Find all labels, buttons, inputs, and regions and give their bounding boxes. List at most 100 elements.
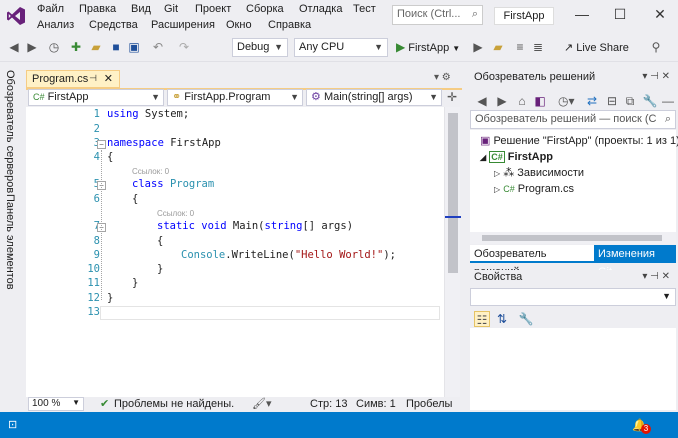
panel-controls-icon[interactable]: ▾ ⊣ ✕ [642, 271, 670, 282]
zoom-select[interactable]: 100 % ▼ [28, 397, 84, 411]
solution-explorer-header: Обозреватель решений ▾ ⊣ ✕ [470, 70, 676, 87]
ready-icon: ⊡ [8, 419, 18, 431]
save-all-icon[interactable]: ▣ [126, 39, 142, 55]
brush-icon[interactable]: 🖌▾ [252, 397, 272, 410]
whitespace-indicator[interactable]: Пробелы [406, 398, 452, 410]
code-line-12: } [107, 292, 114, 304]
code-line-9: Console.WriteLine("Hello World!"); [181, 249, 396, 261]
split-editor-icon[interactable]: ✛ [447, 90, 457, 104]
menu-git[interactable]: Git [164, 3, 178, 15]
solution-horizontal-scrollbar[interactable] [470, 232, 676, 244]
tree-item-program-cs[interactable]: ▷ C# Program.cs [494, 181, 574, 197]
home-icon[interactable]: ⌂ [514, 93, 530, 109]
standard-toolbar: ◀ ▶ ◷ ✚ ▰ ■ ▣ ↶ ↷ Debug ▼ Any CPU ▼ ▶ Fir… [0, 34, 678, 62]
code-editor[interactable]: 1 2 3 4 5 6 7 8 9 10 11 12 13 − − − usin… [26, 107, 444, 397]
tab-git-changes[interactable]: Изменения Git [594, 245, 676, 278]
code-line-8: { [157, 235, 164, 247]
menu-extensions[interactable]: Расширения [151, 19, 215, 31]
class-icon: ⚭ [172, 91, 182, 103]
solution-label: Решение "FirstApp" (проекты: 1 из 1) [493, 135, 678, 147]
uncomment-icon[interactable]: ≣ [530, 39, 546, 55]
project-navigation-select[interactable]: C# FirstApp ▼ [28, 89, 164, 106]
issues-status[interactable]: Проблемы не найдены. [114, 398, 234, 410]
start-debugging-button[interactable]: ▶ FirstApp ▼ [396, 38, 460, 57]
switch-views-icon[interactable]: ◧ [532, 93, 548, 109]
preview-icon[interactable]: — [660, 93, 676, 109]
minimize-icon[interactable]: — [572, 6, 592, 22]
tab-overflow-icon[interactable]: ▾ ⚙ [434, 72, 451, 83]
scrollbar-thumb[interactable] [448, 113, 458, 273]
tree-item-project[interactable]: ◢ C# FirstApp [480, 149, 553, 165]
alphabetical-icon[interactable]: ⇅ [494, 311, 510, 327]
menu-help[interactable]: Справка [268, 19, 311, 31]
sync-icon[interactable]: ⇄ [584, 93, 600, 109]
collapse-namespace-icon[interactable]: − [97, 140, 106, 149]
search-input[interactable]: Поиск (Ctrl... ⌕ [392, 5, 483, 25]
notification-count-badge: 3 [641, 424, 651, 434]
history-icon[interactable]: ◷ [46, 39, 62, 55]
undo-icon[interactable]: ↶ [150, 39, 166, 55]
live-share-label: Live Share [576, 42, 629, 54]
back-icon[interactable]: ◀ [474, 93, 490, 109]
chevron-down-icon: ▼ [290, 92, 299, 102]
menu-file[interactable]: Файл [37, 3, 64, 15]
tab-program-cs[interactable]: Program.cs ⊣ ✕ [26, 70, 120, 88]
close-icon[interactable]: ✕ [104, 72, 113, 85]
menu-project[interactable]: Проект [195, 3, 231, 15]
property-pages-icon[interactable]: 🔧 [518, 311, 534, 327]
tab-solution-explorer[interactable]: Обозреватель решений [470, 245, 594, 278]
collapse-all-icon[interactable]: ⊟ [604, 93, 620, 109]
window-title: FirstApp [494, 7, 554, 25]
menu-view[interactable]: Вид [131, 3, 151, 15]
redo-icon[interactable]: ↷ [176, 39, 192, 55]
show-all-files-icon[interactable]: ⧉ [622, 93, 638, 109]
scrollbar-thumb[interactable] [482, 235, 662, 241]
search-icon: ⌕ [471, 8, 478, 20]
feedback-icon[interactable]: ⚲ [648, 39, 664, 55]
member-value: Main(string[] args) [323, 91, 413, 103]
menu-build[interactable]: Сборка [246, 3, 284, 15]
save-icon[interactable]: ■ [108, 39, 124, 55]
pending-changes-icon[interactable]: ◷▾ [558, 93, 575, 109]
tree-item-solution[interactable]: ▣ Решение "FirstApp" (проекты: 1 из 1) [480, 133, 678, 149]
forward-icon[interactable]: ▶ [494, 93, 510, 109]
properties-object-select[interactable]: ▼ [470, 288, 676, 306]
line-number: 13 [87, 306, 100, 318]
hot-reload-icon[interactable]: ▶ [470, 39, 486, 55]
new-project-icon[interactable]: ✚ [68, 39, 84, 55]
editor-vertical-scrollbar[interactable] [444, 107, 461, 397]
platform-select[interactable]: Any CPU ▼ [294, 38, 388, 57]
menu-window[interactable]: Окно [226, 19, 252, 31]
panel-controls-icon[interactable]: ▾ ⊣ ✕ [642, 71, 670, 82]
folder-icon[interactable]: ▰ [490, 39, 506, 55]
menu-tools[interactable]: Средства [89, 19, 138, 31]
properties-icon[interactable]: 🔧 [642, 93, 658, 109]
menu-edit[interactable]: Правка [79, 3, 116, 15]
configuration-select[interactable]: Debug ▼ [232, 38, 288, 57]
code-line-7: static void Main(string[] args) [157, 220, 354, 232]
codelens-references[interactable]: Ссылок: 0 [132, 167, 169, 176]
close-icon[interactable]: ✕ [650, 6, 670, 23]
pin-icon[interactable]: ⊣ [89, 73, 97, 84]
maximize-icon[interactable]: ☐ [610, 6, 630, 23]
visual-studio-logo-icon[interactable] [6, 6, 26, 26]
menu-test[interactable]: Тест [353, 3, 376, 15]
solution-panel-tabs: Обозреватель решений Изменения Git [470, 245, 676, 278]
tree-item-dependencies[interactable]: ▷ ⁂ Зависимости [494, 165, 584, 181]
forward-icon[interactable]: ▶ [24, 39, 40, 55]
codelens-references[interactable]: Ссылок: 0 [157, 209, 194, 218]
menu-debug[interactable]: Отладка [299, 3, 342, 15]
toolbox-tab[interactable]: Панель элементов [4, 194, 16, 290]
categorized-icon[interactable]: ☷ [474, 311, 490, 327]
comment-icon[interactable]: ≡ [512, 39, 528, 55]
menu-analyze[interactable]: Анализ [37, 19, 74, 31]
line-number: 5 [62, 178, 100, 190]
code-line-3: namespace FirstApp [107, 137, 221, 149]
server-explorer-tab[interactable]: Обозреватель серверов [4, 70, 16, 193]
live-share-button[interactable]: ↗ Live Share [564, 41, 629, 54]
open-folder-icon[interactable]: ▰ [88, 39, 104, 55]
type-navigation-select[interactable]: ⚭ FirstApp.Program ▼ [167, 89, 303, 106]
member-navigation-select[interactable]: ⚙ Main(string[] args) ▼ [306, 89, 442, 106]
back-icon[interactable]: ◀ [6, 39, 22, 55]
solution-search-input[interactable]: Обозреватель решений — поиск (C ⌕ [470, 110, 676, 129]
